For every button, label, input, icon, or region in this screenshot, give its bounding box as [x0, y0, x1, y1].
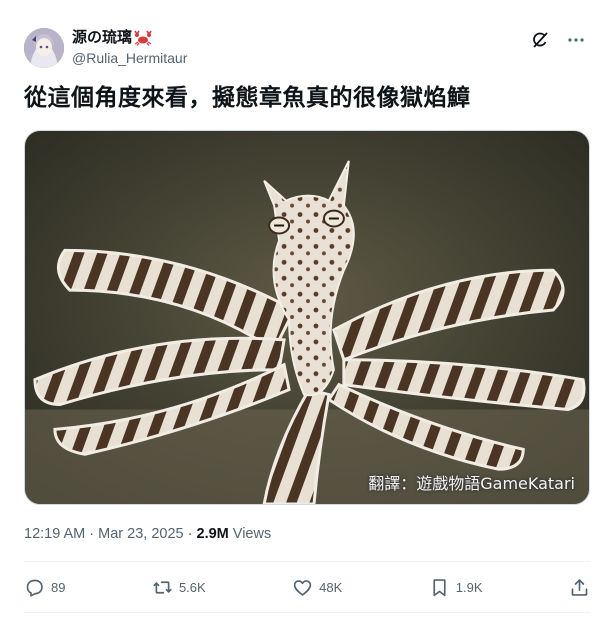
- bookmark-button[interactable]: 1.9K: [429, 577, 483, 598]
- tweet-time[interactable]: 12:19 AM: [24, 526, 85, 542]
- tweet-date[interactable]: Mar 23, 2025: [98, 526, 183, 542]
- crab-icon: [134, 30, 152, 46]
- tweet-header: 源の琉璃 @Rulia_Hermitaur: [24, 24, 590, 70]
- repost-button[interactable]: 5.6K: [152, 577, 206, 598]
- views-count: 2.9M: [196, 526, 229, 542]
- image-watermark: 翻譯：遊戲物語GameKatari: [368, 474, 575, 493]
- octopus-photo: [25, 131, 589, 504]
- reply-button[interactable]: 89: [24, 577, 65, 598]
- views-label: Views: [228, 526, 272, 542]
- divider-bottom: [24, 612, 590, 613]
- avatar-image: [24, 28, 64, 68]
- more-icon[interactable]: [566, 30, 586, 50]
- reply-icon: [26, 579, 43, 597]
- like-button[interactable]: 48K: [292, 577, 342, 598]
- tweet-meta: 12:19 AM · Mar 23, 2025 · 2.9M Views: [24, 524, 271, 544]
- bookmark-icon: [433, 578, 446, 596]
- reply-count: 89: [51, 579, 66, 595]
- tweet-media[interactable]: 翻譯：遊戲物語GameKatari: [24, 130, 590, 505]
- tweet-text: 從這個角度來看，擬態章魚真的很像獄焰鱆: [24, 85, 471, 111]
- action-bar: 89 5.6K 48K 1.9K: [24, 562, 590, 612]
- avatar[interactable]: [24, 28, 64, 68]
- repost-count: 5.6K: [178, 579, 206, 595]
- share-button[interactable]: [569, 577, 590, 598]
- bookmark-count: 1.9K: [455, 579, 483, 595]
- heart-icon: [293, 579, 312, 596]
- share-icon: [571, 578, 588, 596]
- meta-dot: ·: [183, 526, 197, 542]
- author-info[interactable]: 源の琉璃 @Rulia_Hermitaur: [72, 28, 187, 68]
- author-handle[interactable]: @Rulia_Hermitaur: [72, 48, 187, 68]
- grok-icon[interactable]: [530, 30, 550, 50]
- display-name[interactable]: 源の琉璃: [72, 28, 132, 48]
- repost-icon: [153, 580, 172, 594]
- meta-separator: ·: [85, 526, 99, 542]
- like-count: 48K: [319, 579, 343, 595]
